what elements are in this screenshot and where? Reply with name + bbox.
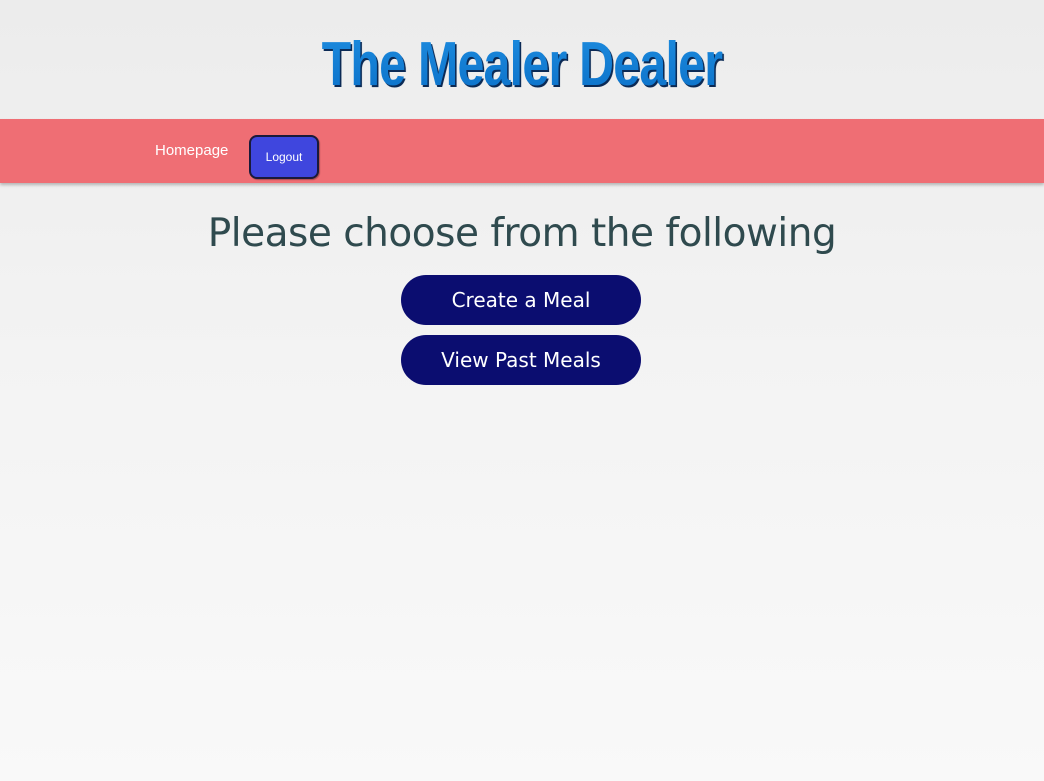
create-meal-button[interactable]: Create a Meal [401,275,641,325]
view-past-meals-button[interactable]: View Past Meals [401,335,641,385]
site-header: The Mealer Dealer [0,0,1044,119]
prompt-heading: Please choose from the following [207,211,837,256]
logout-button[interactable]: Logout [249,135,319,179]
site-title: The Mealer Dealer [115,26,929,104]
navbar: Homepage Logout [0,119,1044,183]
nav-link-homepage[interactable]: Homepage [143,137,240,165]
